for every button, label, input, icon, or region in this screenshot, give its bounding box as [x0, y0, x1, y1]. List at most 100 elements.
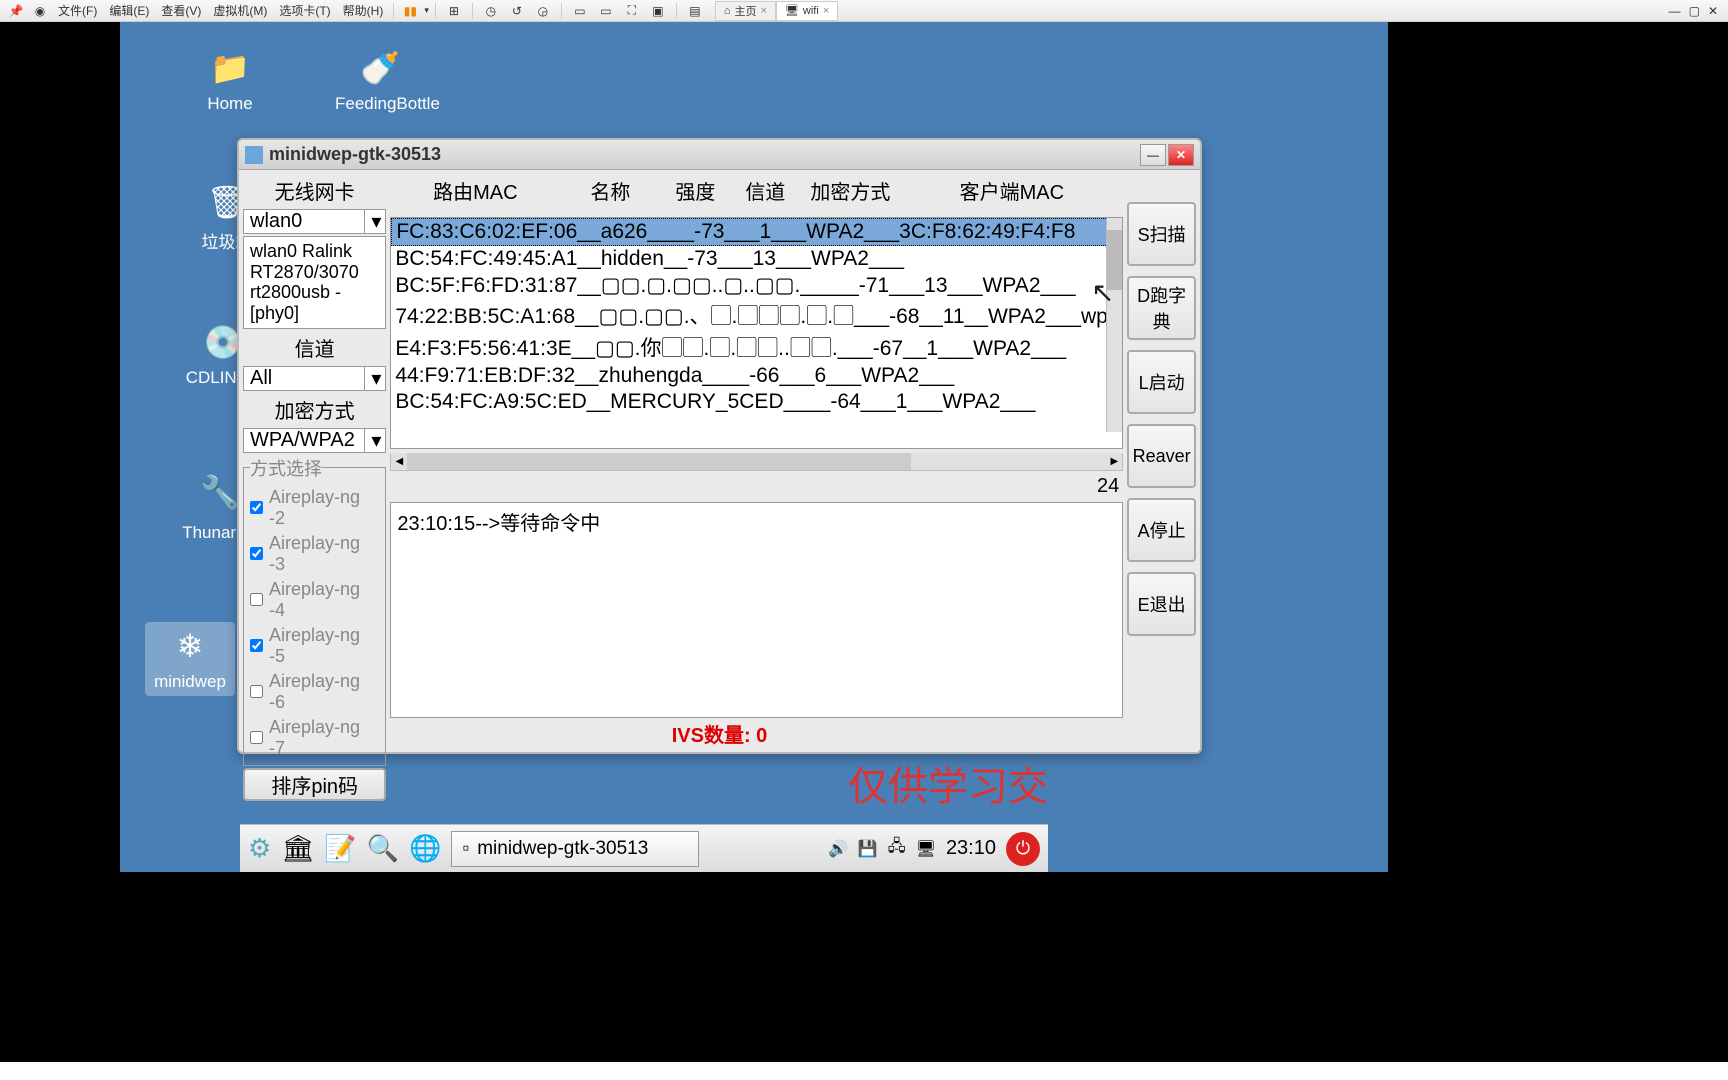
column-headers: 路由MAC 名称 强度 信道 加密方式 客户端MAC — [390, 174, 1123, 213]
minimize-icon[interactable]: — — [1669, 4, 1681, 18]
split-icon[interactable]: ▭ — [569, 2, 591, 20]
network-row[interactable]: E4:F3:F5:56:41:3E__▢▢.你▢▢.▢.▢▢..▢▢.___-6… — [391, 331, 1122, 363]
tab-wifi[interactable]: 🖥 wifi × — [776, 1, 838, 21]
encryption-label: 加密方式 — [243, 393, 386, 426]
dropdown-icon[interactable]: ▾ — [424, 5, 429, 16]
taskbar-clock[interactable]: 23:10 — [946, 837, 996, 860]
tab-wifi-label: wifi — [803, 5, 819, 17]
browser-icon[interactable]: 🌐 — [409, 833, 441, 864]
menu-vm[interactable]: 虚拟机(M) — [207, 2, 273, 19]
network-row[interactable]: FC:83:C6:02:EF:06__a626____-73___1___WPA… — [391, 218, 1122, 246]
menu-help[interactable]: 帮助(H) — [337, 2, 390, 19]
taskbar-app-button[interactable]: ▫ minidwep-gtk-30513 — [451, 831, 699, 867]
adapter-info: wlan0 Ralink RT2870/3070 rt2800usb - [ph… — [243, 236, 386, 329]
task-label: minidwep-gtk-30513 — [477, 838, 648, 860]
fit-icon[interactable]: ▣ — [647, 2, 669, 20]
stop-button[interactable]: A停止 — [1127, 498, 1196, 562]
menu-view[interactable]: 查看(V) — [155, 2, 207, 19]
letterbox-bottom — [0, 872, 1728, 1062]
result-count: 24 — [390, 475, 1123, 498]
vm-icon: 🖥 — [785, 4, 799, 17]
menu-file[interactable]: 文件(F) — [52, 2, 103, 19]
network-row[interactable]: 74:22:BB:5C:A1:68__▢▢.▢▢.、▢.▢▢▢.▢.▢___-6… — [391, 299, 1122, 331]
log-output: 23:10:15-->等待命令中 — [390, 502, 1123, 718]
home-icon: ⌂ — [724, 5, 731, 17]
method-option[interactable]: Aireplay-ng -5 — [250, 623, 379, 669]
horizontal-scrollbar[interactable]: ◀ ▶ — [390, 453, 1123, 471]
encryption-combo[interactable]: WPA/WPA2 — [243, 428, 386, 453]
fullscreen-icon[interactable]: ⛶ — [621, 2, 643, 20]
menu-edit[interactable]: 编辑(E) — [103, 2, 155, 19]
guest-desktop[interactable]: 📁Home 🍼FeedingBottle 🗑垃圾箱 💿CDLINUX 🔧Thun… — [120, 22, 1388, 872]
checkbox[interactable] — [250, 547, 263, 560]
exit-button[interactable]: E退出 — [1127, 572, 1196, 636]
pin-icon[interactable]: 📌 — [5, 2, 27, 20]
method-option[interactable]: Aireplay-ng -2 — [250, 485, 379, 531]
checkbox[interactable] — [250, 593, 263, 606]
close-button[interactable]: ✕ — [1168, 144, 1194, 166]
maximize-icon[interactable]: ▢ — [1689, 4, 1700, 18]
method-option[interactable]: Aireplay-ng -4 — [250, 577, 379, 623]
adapter-label: 无线网卡 — [243, 174, 386, 207]
vm-logo-icon[interactable]: ◉ — [29, 2, 51, 20]
icon-label: FeedingBottle — [335, 94, 425, 114]
desktop-icon-feedingbottle[interactable]: 🍼 FeedingBottle — [335, 48, 425, 114]
power-button[interactable]: ⏻ — [1006, 832, 1040, 866]
close-tab-icon[interactable]: × — [761, 5, 767, 17]
editor-icon[interactable]: 📝 — [324, 833, 356, 864]
clock-icon[interactable]: ◷ — [480, 2, 502, 20]
disk-icon[interactable]: 💾 — [858, 839, 878, 859]
letterbox-right — [1388, 22, 1728, 872]
volume-icon[interactable]: 🔊 — [828, 839, 848, 859]
close-tab-icon[interactable]: × — [823, 5, 829, 17]
desktop-icon-home[interactable]: 📁Home — [185, 48, 275, 114]
close-icon[interactable]: ✕ — [1708, 4, 1718, 18]
revert-icon[interactable]: ↺ — [506, 2, 528, 20]
center-panel: 路由MAC 名称 强度 信道 加密方式 客户端MAC FC:83:C6:02:E… — [390, 174, 1123, 718]
checkbox[interactable] — [250, 639, 263, 652]
col-signal: 强度 — [660, 176, 730, 205]
col-name: 名称 — [560, 176, 660, 205]
reaver-button[interactable]: Reaver — [1127, 424, 1196, 488]
titlebar[interactable]: minidwep-gtk-30513 — ✕ — [239, 140, 1200, 170]
scroll-right-icon[interactable]: ▶ — [1106, 456, 1122, 467]
channel-combo[interactable]: All — [243, 366, 386, 391]
pause-icon[interactable]: ▮▮ — [399, 2, 421, 20]
network-row[interactable]: BC:54:FC:49:45:A1__hidden__-73___13___WP… — [391, 246, 1122, 272]
start-menu-icon[interactable]: ⚙ — [248, 833, 271, 864]
bottle-icon: 🍼 — [355, 48, 405, 88]
file-manager-icon[interactable]: 🏛 — [281, 833, 314, 864]
scroll-thumb[interactable] — [1107, 230, 1122, 290]
unity-icon[interactable]: ▭ — [595, 2, 617, 20]
scroll-left-icon[interactable]: ◀ — [391, 456, 407, 467]
sort-pin-button[interactable]: 排序pin码 — [243, 768, 386, 801]
network-row[interactable]: BC:5F:F6:FD:31:87__▢▢.▢.▢▢..▢..▢▢._____-… — [391, 272, 1122, 299]
channel-label: 信道 — [243, 331, 386, 364]
display-icon[interactable]: 🖥 — [916, 839, 936, 859]
adapter-combo[interactable]: wlan0 — [243, 209, 386, 234]
menu-tabs[interactable]: 选项卡(T) — [273, 2, 336, 19]
scroll-thumb[interactable] — [407, 453, 910, 470]
checkbox[interactable] — [250, 501, 263, 514]
method-option[interactable]: Aireplay-ng -6 — [250, 669, 379, 715]
network-row[interactable]: 44:F9:71:EB:DF:32__zhuhengda____-66___6_… — [391, 363, 1122, 389]
vertical-scrollbar[interactable] — [1106, 218, 1122, 432]
vm-host-menubar: 📌 ◉ 文件(F) 编辑(E) 查看(V) 虚拟机(M) 选项卡(T) 帮助(H… — [0, 0, 1728, 22]
method-option[interactable]: Aireplay-ng -3 — [250, 531, 379, 577]
minimize-button[interactable]: — — [1140, 144, 1166, 166]
manage-icon[interactable]: ◶ — [532, 2, 554, 20]
library-icon[interactable]: ▤ — [684, 2, 706, 20]
start-button[interactable]: L启动 — [1127, 350, 1196, 414]
snapshot-icon[interactable]: ⊞ — [443, 2, 465, 20]
dictionary-button[interactable]: D跑字典 — [1127, 276, 1196, 340]
checkbox[interactable] — [250, 685, 263, 698]
tab-home[interactable]: ⌂ 主页 × — [715, 1, 776, 21]
minidwep-window: minidwep-gtk-30513 — ✕ 无线网卡 wlan0 wlan0 … — [237, 138, 1202, 754]
network-list[interactable]: FC:83:C6:02:EF:06__a626____-73___1___WPA… — [390, 217, 1123, 449]
guest-taskbar[interactable]: ⚙ 🏛 📝 🔍 🌐 ▫ minidwep-gtk-30513 🔊 💾 🖧 🖥 2… — [240, 824, 1048, 872]
desktop-icon-minidwep[interactable]: ❄minidwep — [145, 622, 235, 696]
network-row[interactable]: BC:54:FC:A9:5C:ED__MERCURY_5CED____-64__… — [391, 389, 1122, 415]
search-icon[interactable]: 🔍 — [367, 833, 399, 864]
network-icon[interactable]: 🖧 — [888, 835, 906, 862]
scan-button[interactable]: S扫描 — [1127, 202, 1196, 266]
